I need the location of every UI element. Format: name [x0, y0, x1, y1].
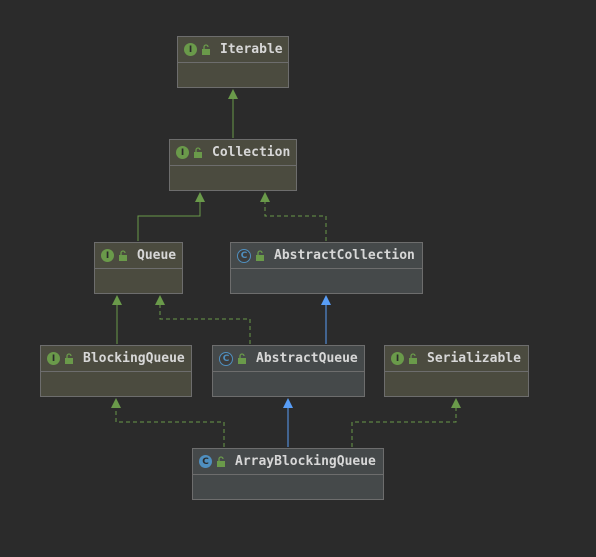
node-label: Serializable [427, 351, 521, 366]
node-abstract-queue[interactable]: C AbstractQueue [212, 345, 365, 397]
node-label: ArrayBlockingQueue [235, 454, 376, 469]
unlock-icon [64, 353, 74, 364]
class-icon: C [199, 455, 212, 468]
interface-icon: I [184, 43, 197, 56]
arrowhead-queue-left [112, 295, 122, 305]
unlock-icon [201, 44, 211, 55]
interface-icon: I [47, 352, 60, 365]
uml-class-diagram: I Iterable I Collection I Queue C Abstra… [0, 0, 596, 557]
abstract-class-icon: C [237, 248, 251, 263]
unlock-icon [118, 250, 128, 261]
node-label: BlockingQueue [83, 351, 185, 366]
arrowhead-blockingqueue [111, 398, 121, 408]
arrowhead-abstractcollection [321, 295, 331, 305]
arrowhead-iterable [228, 89, 238, 99]
unlock-icon [255, 250, 265, 261]
arrowhead-abstractqueue [283, 398, 293, 408]
abstract-class-icon: C [219, 351, 233, 366]
node-collection[interactable]: I Collection [169, 139, 297, 191]
arrowhead-queue-right [155, 295, 165, 305]
edge-arrayblockingqueue-serializable [351, 404, 457, 447]
unlock-icon [237, 353, 247, 364]
interface-icon: I [101, 249, 114, 262]
unlock-icon [216, 456, 226, 467]
node-label: AbstractQueue [256, 351, 358, 366]
interface-icon: I [176, 146, 189, 159]
arrowhead-collection-right [260, 192, 270, 202]
edge-abstractcollection-collection [264, 198, 327, 241]
node-iterable[interactable]: I Iterable [177, 36, 289, 88]
node-array-blocking-queue[interactable]: C ArrayBlockingQueue [192, 448, 384, 500]
node-blocking-queue[interactable]: I BlockingQueue [40, 345, 192, 397]
interface-icon: I [391, 352, 404, 365]
arrowhead-collection-left [195, 192, 205, 202]
edge-queue-collection [137, 198, 201, 241]
unlock-icon [408, 353, 418, 364]
unlock-icon [193, 147, 203, 158]
node-label: AbstractCollection [274, 248, 415, 263]
edge-arrayblockingqueue-blockingqueue [115, 404, 225, 447]
node-queue[interactable]: I Queue [94, 242, 183, 294]
node-label: Queue [137, 248, 177, 263]
node-serializable[interactable]: I Serializable [384, 345, 529, 397]
node-label: Collection [212, 145, 291, 160]
arrowhead-serializable [451, 398, 461, 408]
edge-abstractqueue-queue [159, 301, 251, 344]
node-label: Iterable [220, 42, 283, 57]
node-abstract-collection[interactable]: C AbstractCollection [230, 242, 423, 294]
